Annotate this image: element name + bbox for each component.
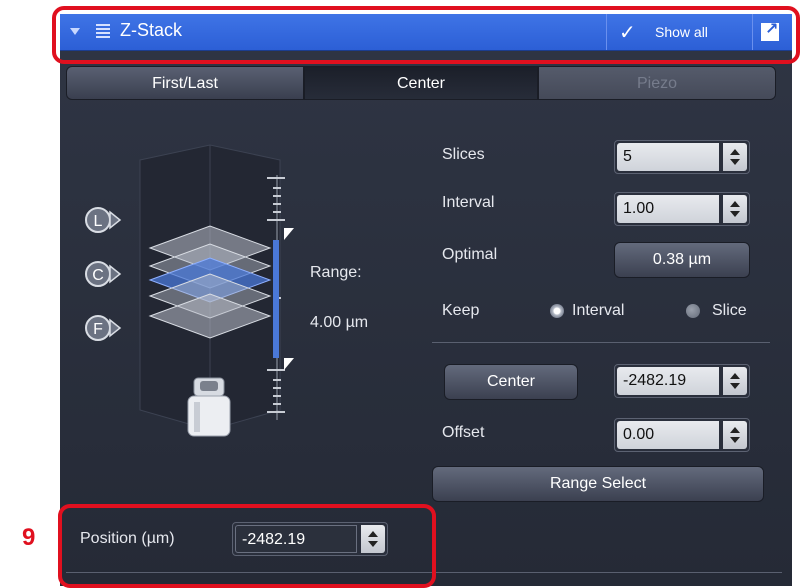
marker-f[interactable]: F [85,315,122,341]
panel-title-bar[interactable]: Z-Stack ✓ Show all ↗ [60,14,792,51]
keep-interval-label[interactable]: Interval [572,302,624,320]
range-value: 4.00 µm [310,314,369,331]
optimal-label: Optimal [442,246,498,263]
interval-input[interactable]: 1.00 [617,195,719,223]
bottom-divider [66,572,782,573]
marker-c[interactable]: C [85,261,122,287]
center-button[interactable]: Center [444,364,578,400]
position-stepper[interactable] [361,525,385,553]
popout-arrow-icon: ↗ [765,21,779,38]
offset-input[interactable]: 0.00 [617,421,719,449]
section-divider [432,342,770,343]
tab-first-last[interactable]: First/Last [66,66,304,100]
checkmark-icon: ✓ [619,22,636,44]
keep-label: Keep [442,302,480,319]
step-down-icon[interactable] [368,541,378,547]
marker-l-label: L [94,213,103,230]
show-all-label: Show all [655,24,708,40]
step-up-icon[interactable] [730,427,740,433]
slices-spinbox[interactable]: 5 [614,140,750,174]
marker-c-label: C [92,267,104,284]
mode-tabs: First/Last Center Piezo [66,66,776,102]
objective-lens-icon [187,377,231,437]
position-spinbox[interactable]: -2482.19 [232,522,388,556]
slices-label: Slices [442,146,485,163]
step-number-label: 9 [22,524,36,551]
center-position-spinbox[interactable]: -2482.19 [614,364,750,398]
center-position-input[interactable]: -2482.19 [617,367,719,395]
interval-stepper[interactable] [723,195,747,223]
range-select-button[interactable]: Range Select [432,466,764,502]
z-stack-illustration: L C F [85,144,294,437]
offset-spinbox[interactable]: 0.00 [614,418,750,452]
optimal-button[interactable]: 0.38 µm [614,242,750,278]
position-input[interactable]: -2482.19 [235,525,357,553]
offset-stepper[interactable] [723,421,747,449]
position-label: Position (µm) [80,530,175,547]
keep-slice-label[interactable]: Slice [712,302,747,320]
popout-button[interactable]: ↗ [752,14,789,50]
interval-label: Interval [442,194,495,211]
tab-piezo[interactable]: Piezo [538,66,776,100]
range-top-marker-icon [284,228,294,240]
step-up-icon[interactable] [730,149,740,155]
keep-interval-radio[interactable] [550,304,564,318]
show-all-toggle[interactable]: ✓ Show all [606,14,749,50]
panel-title: Z-Stack [120,20,183,40]
offset-label: Offset [442,424,485,441]
center-position-stepper[interactable] [723,367,747,395]
step-down-icon[interactable] [730,211,740,217]
step-down-icon[interactable] [730,383,740,389]
range-bottom-marker-icon [284,358,294,370]
tab-center[interactable]: Center [304,66,538,100]
range-label: Range: [310,264,362,281]
keep-slice-radio[interactable] [686,304,700,318]
step-up-icon[interactable] [368,531,378,537]
collapse-triangle-icon[interactable] [70,28,80,35]
step-up-icon[interactable] [730,201,740,207]
slices-stepper[interactable] [723,143,747,171]
interval-spinbox[interactable]: 1.00 [614,192,750,226]
slices-input[interactable]: 5 [617,143,719,171]
marker-f-label: F [93,321,103,338]
step-up-icon[interactable] [730,373,740,379]
step-down-icon[interactable] [730,159,740,165]
range-bar [273,240,279,358]
step-down-icon[interactable] [730,437,740,443]
list-icon [96,24,110,38]
marker-l[interactable]: L [85,207,122,233]
